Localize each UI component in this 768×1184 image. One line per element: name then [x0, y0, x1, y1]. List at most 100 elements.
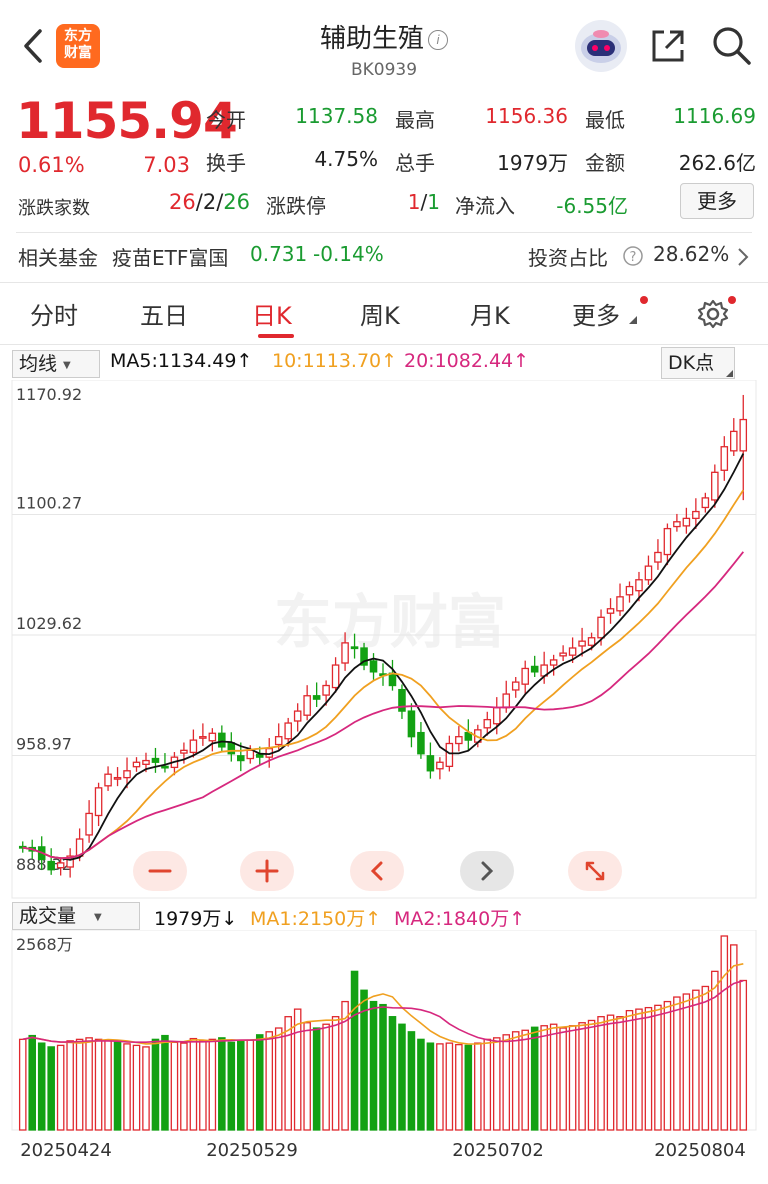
candle-body — [578, 640, 586, 647]
candle-body — [455, 736, 463, 745]
volume-bar — [104, 1040, 112, 1131]
volume-bar — [322, 1023, 330, 1131]
volume-bar — [521, 1029, 529, 1131]
zoom-in-button[interactable] — [240, 851, 294, 891]
netflow-label: 净流入 — [455, 194, 515, 218]
volume-bar — [94, 1038, 103, 1131]
dropdown-triangle-icon: ▼ — [63, 360, 71, 371]
expand-icon — [585, 861, 605, 881]
netflow-value: -6.55亿 — [556, 194, 628, 218]
volume-bar — [293, 1008, 302, 1131]
volume-bar — [208, 1038, 217, 1131]
tab-more[interactable]: 更多 — [572, 296, 620, 331]
turnover-label: 换手 — [206, 151, 246, 175]
ratio-label: 投资占比 — [528, 246, 608, 270]
volume-bar — [511, 1031, 520, 1131]
volume-ma1: MA1:2150万↑ — [250, 908, 382, 930]
breadth-down: 26 — [223, 190, 250, 214]
ma-indicator-select[interactable]: 均线 ▼ — [12, 350, 100, 378]
tab-daily-k[interactable]: 日K — [252, 296, 292, 331]
candle-body — [692, 510, 700, 520]
volume-bar — [682, 993, 691, 1131]
candle-body — [151, 757, 160, 763]
candle-body — [587, 637, 596, 646]
volume-max-label: 2568万 — [16, 935, 73, 954]
volume-bar — [47, 1046, 55, 1131]
candle-body — [625, 585, 634, 596]
candle-body — [559, 652, 567, 657]
volume-bar — [692, 989, 700, 1131]
volume-bar — [312, 1027, 321, 1131]
volume-bar — [180, 1042, 188, 1131]
high-value: 1156.36 — [485, 104, 568, 128]
volume-indicator-select[interactable]: 成交量 ▼ — [12, 902, 140, 930]
volume-bar — [606, 1014, 615, 1131]
price-axis-label: 1100.27 — [16, 494, 82, 513]
volume-bar — [66, 1040, 74, 1131]
kline-chart[interactable]: 东方财富 1170.921100.271029.62958.97888.32 — [0, 380, 768, 900]
volume-value: 1979万 — [497, 151, 568, 175]
candle-body — [123, 770, 131, 779]
volume-bar — [436, 1043, 444, 1131]
chevron-left-icon — [370, 861, 383, 881]
candle-body — [701, 497, 710, 509]
chevron-right-icon[interactable] — [737, 247, 749, 271]
scroll-right-button[interactable] — [460, 851, 514, 891]
app-header: 东方 财富 辅助生殖 i BK0939 — [0, 0, 768, 88]
tab-intraday[interactable]: 分时 — [30, 296, 78, 331]
candle-body — [47, 860, 55, 871]
candle-body — [492, 707, 501, 725]
gear-icon[interactable] — [697, 298, 729, 334]
volume-bar — [730, 944, 738, 1131]
dk-point-button[interactable]: DK点 — [661, 347, 735, 379]
breadth-flat: 2 — [202, 190, 217, 214]
volume-bar — [255, 1034, 264, 1131]
volume-bar — [199, 1040, 207, 1131]
share-icon[interactable] — [648, 26, 688, 70]
candle-body — [417, 731, 425, 755]
volume-bar — [663, 1000, 672, 1131]
candle-body — [711, 471, 719, 501]
amount-value: 262.6亿 — [678, 151, 756, 175]
volume-chart[interactable]: 2568万 20250424 20250529 20250702 20250804 — [0, 930, 768, 1184]
candle-body — [227, 742, 236, 755]
scroll-left-button[interactable] — [350, 851, 404, 891]
low-value: 1116.69 — [673, 104, 756, 128]
more-button[interactable]: 更多 — [680, 183, 754, 219]
chevron-right-icon — [481, 861, 494, 881]
notification-dot — [728, 296, 736, 304]
candle-body — [407, 710, 416, 738]
candle-body — [161, 765, 169, 769]
search-icon[interactable] — [710, 24, 752, 70]
fund-change: -0.14% — [313, 242, 384, 266]
tab-five-day[interactable]: 五日 — [140, 296, 188, 331]
price-axis-label: 958.97 — [16, 735, 72, 754]
limit-label: 涨跌停 — [266, 194, 326, 218]
help-icon[interactable]: ? — [622, 245, 644, 271]
breadth-sep1: / — [195, 190, 203, 214]
zoom-out-button[interactable] — [133, 851, 187, 891]
volume-bar — [502, 1034, 511, 1131]
ma-indicator-label: 均线 — [19, 353, 58, 375]
robot-avatar-icon[interactable] — [575, 20, 627, 72]
open-label: 今开 — [206, 108, 246, 132]
candle-body — [673, 521, 681, 528]
change-percent: 0.61% — [18, 153, 85, 177]
volume-bar — [246, 1039, 255, 1131]
fund-name[interactable]: 疫苗ETF富国 — [112, 242, 228, 271]
info-circle-icon[interactable]: i — [428, 30, 448, 50]
tab-weekly-k[interactable]: 周K — [360, 296, 400, 331]
candle-body — [635, 579, 643, 592]
volume-bar — [37, 1042, 46, 1131]
fullscreen-button[interactable] — [568, 851, 622, 891]
tab-monthly-k[interactable]: 月K — [470, 296, 510, 331]
candle-body — [398, 688, 406, 712]
candle-body — [142, 759, 150, 765]
breadth-label: 涨跌家数 — [18, 198, 90, 219]
divider — [16, 232, 752, 233]
candle-body — [568, 647, 577, 656]
volume-bar — [426, 1042, 435, 1131]
volume-bar — [18, 1038, 27, 1131]
volume-bar — [530, 1026, 539, 1131]
candle-body — [246, 749, 255, 760]
